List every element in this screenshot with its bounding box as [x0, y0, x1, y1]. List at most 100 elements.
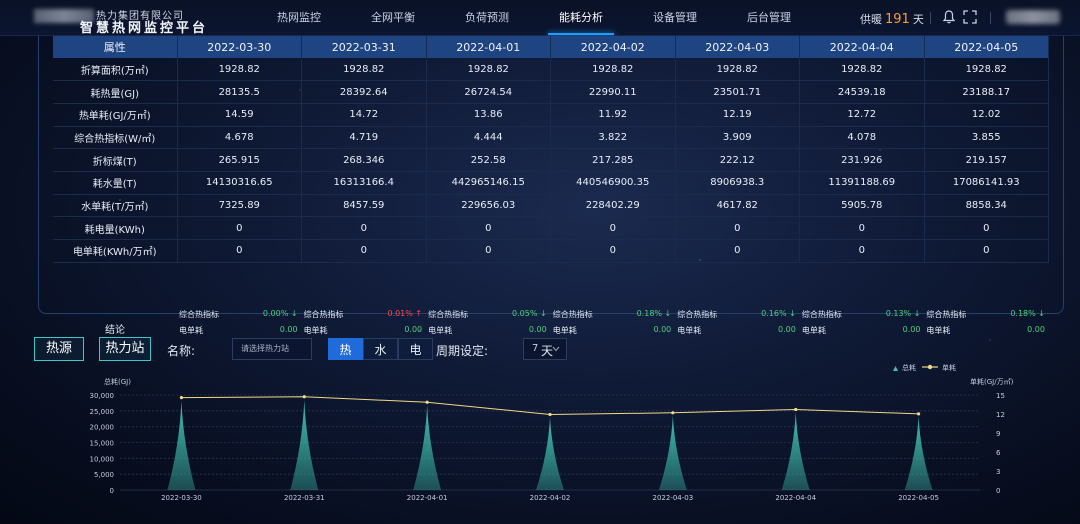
table-cell: 0	[675, 216, 800, 240]
table-cell: 1928.82	[675, 58, 800, 82]
table-row: 水单耗(T/万㎡) 7325.89 8457.59 229656.03 228402.2…	[53, 194, 1049, 218]
table-cell: 3.822	[550, 126, 676, 150]
table-cell: 12.72	[799, 103, 925, 127]
table-body: 折算面积(万㎡) 1928.82 1928.82 1928.82 1928.82 1928…	[53, 58, 1049, 263]
table-cell: 1928.82	[301, 58, 427, 82]
line-point	[302, 395, 306, 399]
bar	[904, 416, 933, 490]
table-row: 综合热指标(W/㎡) 4.678 4.719 4.444 3.822 3.909 4.078…	[53, 126, 1049, 150]
table-cell: 228402.29	[550, 194, 676, 218]
nav-item-4[interactable]: 设备管理	[628, 0, 722, 36]
period-value: 7	[532, 343, 539, 354]
nav-item-1[interactable]: 全网平衡	[346, 0, 440, 36]
table-cell: 13.86	[426, 103, 551, 127]
table-row: 耗水量(T) 14130316.65 16313166.4 442965146.15 4…	[53, 171, 1049, 195]
row-label: 耗电量(KWh)	[53, 216, 178, 240]
table-cell: 1928.82	[177, 58, 302, 82]
table-cell: 4617.82	[675, 194, 800, 218]
conclusion-metric-change: 0.05% ↓	[512, 309, 547, 318]
x-tick-label: 2022-04-02	[530, 494, 571, 502]
heat-source-button[interactable]: 热源	[34, 337, 84, 361]
table-cell: 0	[177, 239, 302, 263]
table-header-date: 2022-04-01	[426, 36, 551, 58]
conclusion-cell: 综合热指标 0.18% ↓ 电单耗 0.00	[924, 304, 1049, 344]
table-cell: 265.915	[177, 148, 302, 172]
y-right-tick-label: 0	[996, 487, 1000, 495]
y-left-tick-label: 15,000	[90, 440, 115, 448]
energy-type-option[interactable]: 电	[398, 338, 433, 360]
x-tick-label: 2022-04-03	[653, 494, 694, 502]
energy-type-option[interactable]: 水	[363, 338, 398, 360]
heat-station-button[interactable]: 热力站	[99, 337, 151, 361]
legend-line-dot	[927, 364, 933, 370]
nav-item-3[interactable]: 能耗分析	[534, 0, 628, 36]
conclusion-power-label: 电单耗	[303, 326, 328, 335]
conclusion-metric-change: 0.00% ↓	[262, 309, 298, 318]
table-cell: 0	[924, 239, 1049, 263]
table-row: 折算面积(万㎡) 1928.82 1928.82 1928.82 1928.82 1928…	[53, 58, 1049, 82]
chevron-down-icon	[552, 346, 560, 352]
y-left-tick-label: 30,000	[90, 392, 115, 400]
period-label: 周期设定:	[436, 344, 489, 358]
table-row: 热单耗(GJ/万㎡) 14.59 14.72 13.86 11.92 12.19 12.72…	[53, 103, 1049, 127]
table-cell: 12.19	[675, 103, 800, 127]
table-cell: 8906938.3	[675, 171, 800, 195]
bar	[290, 400, 319, 490]
conclusion-metric-change: 0.18% ↓	[1010, 309, 1045, 318]
table-header-attr: 属性	[53, 36, 178, 58]
conclusion-metric-change: 0.18% ↓	[636, 309, 672, 318]
station-select-input[interactable]: 请选择热力站	[232, 338, 312, 360]
platform-title: 智慧热网监控平台	[80, 21, 209, 36]
table-header-row: 属性 2022-03-30 2022-03-31 2022-04-01 2022-04…	[53, 36, 1049, 58]
table-cell: 5905.78	[799, 194, 925, 218]
table-cell: 252.58	[426, 148, 551, 172]
legend-bar-label: 总耗	[902, 363, 916, 372]
nav-item-2[interactable]: 负荷预测	[440, 0, 534, 36]
table-cell: 0	[426, 239, 551, 263]
table-cell: 442965146.15	[426, 171, 551, 195]
table-cell: 1928.82	[924, 58, 1049, 82]
row-label: 折标煤(T)	[53, 148, 178, 172]
table-cell: 0	[301, 239, 427, 263]
table-cell: 3.855	[924, 126, 1049, 150]
period-unit: 天	[541, 344, 554, 358]
x-tick-label: 2022-04-01	[407, 494, 448, 502]
nav-item-5[interactable]: 后台管理	[722, 0, 816, 36]
table-cell: 23501.71	[675, 80, 800, 104]
energy-type-option[interactable]: 热	[328, 338, 363, 360]
line-point	[425, 400, 429, 404]
legend-bar-marker	[893, 366, 898, 371]
conclusion-power-label: 电单耗	[677, 326, 702, 335]
conclusion-power-label: 电单耗	[801, 326, 826, 335]
conclusion-metric-label: 综合热指标	[303, 310, 344, 319]
row-label: 水单耗(T/万㎡)	[53, 194, 178, 218]
table-cell: 1928.82	[799, 58, 925, 82]
table-cell: 0	[301, 216, 427, 240]
conclusion-power-value: 0.00	[528, 325, 547, 334]
line-point	[179, 395, 184, 400]
table-cell: 28392.64	[301, 80, 427, 104]
table-cell: 12.02	[924, 103, 1049, 127]
conclusion-cell: 综合热指标 0.16% ↓ 电单耗 0.00	[675, 304, 800, 344]
heating-days-prefix: 供暖	[860, 13, 882, 26]
conclusion-metric-label: 综合热指标	[926, 310, 967, 319]
nav-item-0[interactable]: 热网监控	[252, 0, 346, 36]
energy-type-toggle: 热水电	[328, 338, 433, 360]
y-left-tick-label: 10,000	[90, 455, 115, 463]
table-cell: 7325.89	[177, 194, 302, 218]
bell-icon[interactable]	[941, 9, 957, 25]
top-bar: 热力集团有限公司 智慧热网监控平台 热网监控 全网平衡 负荷预测 能耗分析 设备管理 后台…	[0, 0, 1080, 36]
x-tick-label: 2022-04-04	[775, 494, 816, 502]
table-header-date: 2022-03-30	[177, 36, 302, 58]
table-row: 耗电量(KWh) 0 0 0 0 0 0 0	[53, 216, 1049, 240]
main-nav: 热网监控 全网平衡 负荷预测 能耗分析 设备管理 后台管理	[252, 0, 816, 36]
user-avatar[interactable]	[1006, 10, 1060, 24]
bar	[781, 412, 810, 490]
table-header-date: 2022-03-31	[301, 36, 427, 58]
fullscreen-icon[interactable]	[962, 9, 978, 25]
table-cell: 4.444	[426, 126, 551, 150]
energy-chart-svg: 0 5,000 10,000 15,000 20,000 25,000 30,000 0 3 6 9…	[90, 363, 1014, 502]
table-cell: 0	[550, 216, 676, 240]
line-point	[671, 411, 675, 415]
table-cell: 1928.82	[426, 58, 551, 82]
